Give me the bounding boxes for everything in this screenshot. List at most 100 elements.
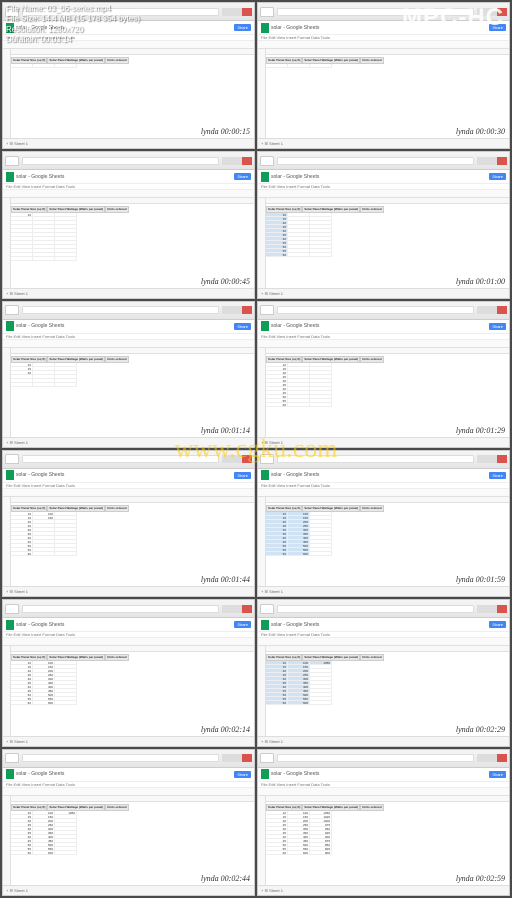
table-body[interactable]: 10 (11, 213, 254, 261)
cells-area[interactable]: Solar Panel Size (sq ft)Solar Panel Watt… (11, 198, 254, 287)
thumbnail-10[interactable]: solar - Google SheetsShareFile Edit View… (2, 749, 255, 896)
sheet-footer[interactable]: + ☰ Sheet 1 (258, 885, 509, 895)
maximize-button[interactable] (487, 306, 497, 314)
toolbar[interactable] (258, 638, 509, 646)
cells-area[interactable]: Solar Panel Size (sq ft)Solar Panel Watt… (266, 49, 509, 138)
thumbnail-4[interactable]: solar - Google SheetsShareFile Edit View… (2, 301, 255, 448)
url-bar[interactable] (277, 605, 474, 613)
table-body[interactable] (11, 64, 254, 68)
minimize-button[interactable] (222, 605, 232, 613)
browser-tab[interactable] (260, 454, 274, 464)
row-headers[interactable] (3, 796, 11, 885)
url-bar[interactable] (277, 306, 474, 314)
minimize-button[interactable] (222, 754, 232, 762)
maximize-button[interactable] (232, 754, 242, 762)
cells-area[interactable]: Solar Panel Size (sq ft)Solar Panel Watt… (11, 796, 254, 885)
minimize-button[interactable] (477, 754, 487, 762)
cells-area[interactable]: Solar Panel Size (sq ft)Solar Panel Watt… (11, 49, 254, 138)
toolbar[interactable] (258, 788, 509, 796)
minimize-button[interactable] (222, 8, 232, 16)
close-button[interactable] (242, 455, 252, 463)
browser-tab[interactable] (260, 604, 274, 614)
share-button[interactable]: Share (489, 323, 506, 330)
url-bar[interactable] (22, 754, 219, 762)
row-headers[interactable] (258, 198, 266, 287)
row-headers[interactable] (258, 646, 266, 735)
thumbnail-7[interactable]: solar - Google SheetsShareFile Edit View… (257, 450, 510, 597)
table-body[interactable] (266, 64, 509, 68)
browser-tab[interactable] (5, 604, 19, 614)
share-button[interactable]: Share (234, 24, 251, 31)
minimize-button[interactable] (477, 455, 487, 463)
table-body[interactable]: 1010015150202002525030300353504040045450… (266, 512, 509, 556)
minimize-button[interactable] (222, 306, 232, 314)
minimize-button[interactable] (222, 157, 232, 165)
document-title[interactable]: solar - Google Sheets (271, 472, 489, 478)
document-title[interactable]: solar - Google Sheets (271, 323, 489, 329)
row-headers[interactable] (3, 497, 11, 586)
thumbnail-6[interactable]: solar - Google SheetsShareFile Edit View… (2, 450, 255, 597)
table-body[interactable]: 1010010501515020200252503030035350404004… (11, 811, 254, 855)
minimize-button[interactable] (222, 455, 232, 463)
toolbar[interactable] (258, 489, 509, 497)
sheet-footer[interactable]: + ☰ Sheet 1 (3, 437, 254, 447)
sheet-footer[interactable]: + ☰ Sheet 1 (258, 138, 509, 148)
share-button[interactable]: Share (489, 173, 506, 180)
document-title[interactable]: solar - Google Sheets (271, 622, 489, 628)
browser-tab[interactable] (260, 7, 274, 17)
sheet-footer[interactable]: + ☰ Sheet 1 (258, 437, 509, 447)
document-title[interactable]: solar - Google Sheets (16, 622, 234, 628)
column-headers[interactable] (266, 646, 509, 652)
browser-tab[interactable] (260, 156, 274, 166)
row-headers[interactable] (3, 646, 11, 735)
url-bar[interactable] (22, 157, 219, 165)
maximize-button[interactable] (487, 754, 497, 762)
close-button[interactable] (242, 8, 252, 16)
column-headers[interactable] (266, 796, 509, 802)
cells-area[interactable]: Solar Panel Size (sq ft)Solar Panel Watt… (11, 497, 254, 586)
toolbar[interactable] (3, 489, 254, 497)
maximize-button[interactable] (487, 455, 497, 463)
thumbnail-5[interactable]: solar - Google SheetsShareFile Edit View… (257, 301, 510, 448)
close-button[interactable] (497, 455, 507, 463)
column-headers[interactable] (11, 646, 254, 652)
table-body[interactable]: 1015202530354045505560 (266, 363, 509, 407)
thumbnail-9[interactable]: solar - Google SheetsShareFile Edit View… (257, 599, 510, 746)
close-button[interactable] (497, 754, 507, 762)
table-body[interactable]: 1010010501515020200252503030035350404004… (266, 661, 509, 705)
row-headers[interactable] (3, 49, 11, 138)
cells-area[interactable]: Solar Panel Size (sq ft)Solar Panel Watt… (266, 198, 509, 287)
sheet-footer[interactable]: + ☰ Sheet 1 (3, 138, 254, 148)
close-button[interactable] (242, 306, 252, 314)
url-bar[interactable] (22, 455, 219, 463)
table-body[interactable]: 1015202530354045505560 (266, 213, 509, 257)
browser-tab[interactable] (260, 305, 274, 315)
row-headers[interactable] (258, 497, 266, 586)
sheet-footer[interactable]: + ☰ Sheet 1 (3, 736, 254, 746)
cells-area[interactable]: Solar Panel Size (sq ft)Solar Panel Watt… (266, 796, 509, 885)
document-title[interactable]: solar - Google Sheets (271, 174, 489, 180)
toolbar[interactable] (3, 788, 254, 796)
browser-tab[interactable] (260, 753, 274, 763)
toolbar[interactable] (258, 340, 509, 348)
share-button[interactable]: Share (234, 173, 251, 180)
document-title[interactable]: solar - Google Sheets (16, 174, 234, 180)
share-button[interactable]: Share (234, 323, 251, 330)
url-bar[interactable] (22, 306, 219, 314)
close-button[interactable] (497, 605, 507, 613)
cells-area[interactable]: Solar Panel Size (sq ft)Solar Panel Watt… (11, 348, 254, 437)
toolbar[interactable] (258, 41, 509, 49)
browser-tab[interactable] (5, 753, 19, 763)
share-button[interactable]: Share (234, 771, 251, 778)
toolbar[interactable] (3, 638, 254, 646)
maximize-button[interactable] (232, 605, 242, 613)
row-headers[interactable] (258, 796, 266, 885)
browser-tab[interactable] (5, 156, 19, 166)
document-title[interactable]: solar - Google Sheets (16, 771, 234, 777)
share-button[interactable]: Share (234, 621, 251, 628)
close-button[interactable] (497, 157, 507, 165)
column-headers[interactable] (11, 49, 254, 55)
maximize-button[interactable] (487, 157, 497, 165)
share-button[interactable]: Share (489, 472, 506, 479)
column-headers[interactable] (266, 497, 509, 503)
